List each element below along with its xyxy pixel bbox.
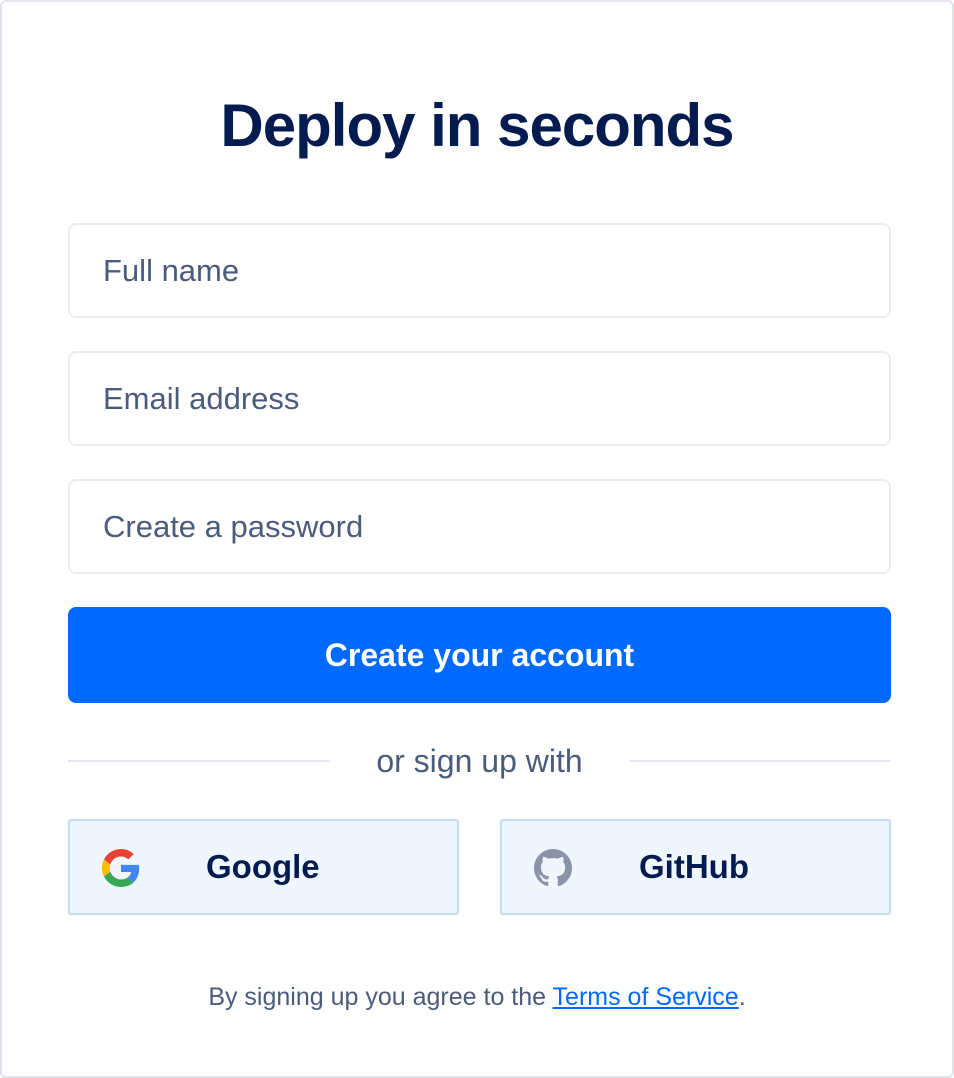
google-signup-button[interactable]: Google <box>68 819 459 915</box>
signup-card: Deploy in seconds Create your account or… <box>0 0 954 1078</box>
password-input[interactable] <box>68 479 891 574</box>
github-signup-button[interactable]: GitHub <box>500 819 891 915</box>
google-icon <box>102 849 140 887</box>
terms-suffix: . <box>738 983 746 1011</box>
divider-line-left <box>68 760 330 762</box>
terms-of-service-link[interactable]: Terms of Service <box>553 983 739 1011</box>
github-icon <box>534 849 572 887</box>
page-title: Deploy in seconds <box>220 92 734 159</box>
google-label: Google <box>206 848 320 885</box>
create-account-button[interactable]: Create your account <box>68 607 891 703</box>
divider-line-right <box>629 760 891 762</box>
email-input[interactable] <box>68 351 891 446</box>
terms-prefix: By signing up you agree to the <box>208 983 553 1011</box>
terms-notice: By signing up you agree to the Terms of … <box>2 980 952 1014</box>
full-name-input[interactable] <box>68 223 891 318</box>
github-label: GitHub <box>639 848 749 885</box>
divider-text: or sign up with <box>376 743 583 779</box>
